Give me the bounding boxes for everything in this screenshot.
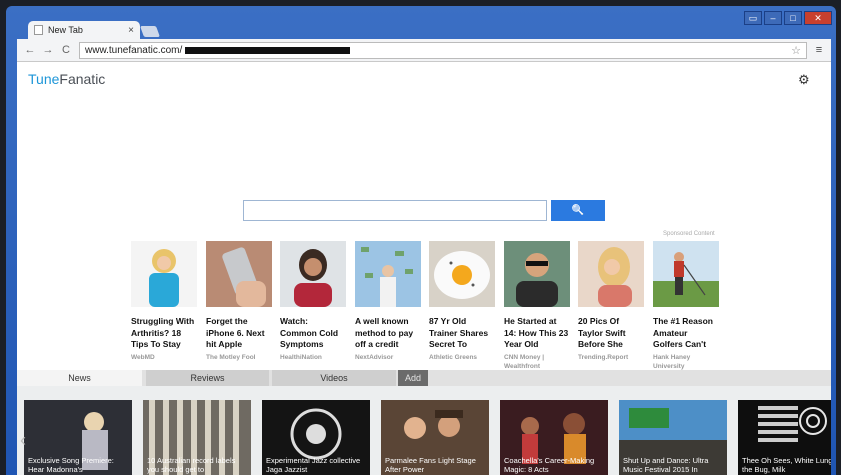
tab-news[interactable]: News [17, 370, 142, 386]
sponsored-card[interactable]: 20 Pics Of Taylor Swift Before She Trend… [578, 241, 644, 362]
video-caption: Coachella's Career-Making Magic: 8 Acts [504, 456, 595, 474]
video-thumbnail[interactable]: Exclusive Song Premiere: Hear Madonna's [24, 400, 132, 475]
sponsored-card[interactable]: 87 Yr Old Trainer Shares Secret To Athle… [429, 241, 495, 362]
sponsored-card[interactable]: A well known method to pay off a credit … [355, 241, 421, 362]
search-button[interactable]: 🔍 [551, 200, 605, 221]
logo-part-fanatic: Fanatic [59, 71, 106, 87]
sponsored-card[interactable]: Forget the iPhone 6. Next hit Apple The … [206, 241, 272, 362]
sponsored-card[interactable]: Struggling With Arthritis? 18 Tips To St… [131, 241, 197, 362]
card-source: CNN Money | Wealthfront [504, 353, 545, 370]
card-image [504, 241, 570, 307]
card-image [280, 241, 346, 307]
tab-add-button[interactable]: Add [398, 370, 428, 386]
reload-icon[interactable]: C [57, 44, 75, 56]
card-headline[interactable]: He Started at 14: How This 23 Year Old [504, 316, 570, 351]
video-caption: Exclusive Song Premiere: Hear Madonna's [28, 456, 114, 474]
video-caption: Experimental Jazz collective Jaga Jazzis… [266, 456, 361, 474]
browser-tab[interactable]: New Tab × [28, 21, 140, 39]
back-icon[interactable]: ← [21, 44, 39, 56]
card-image [653, 241, 719, 307]
card-image [578, 241, 644, 307]
window-controls: ▭ – □ ✕ [744, 11, 832, 25]
card-headline[interactable]: Watch: Common Cold Symptoms [280, 316, 346, 351]
window-close-button[interactable]: ✕ [804, 11, 832, 25]
tab-close-icon[interactable]: × [128, 25, 134, 36]
card-image [206, 241, 272, 307]
tab-reviews[interactable]: Reviews [146, 370, 269, 386]
address-bar[interactable]: www.tunefanatic.com/ ☆ [79, 41, 807, 59]
card-headline[interactable]: Forget the iPhone 6. Next hit Apple [206, 316, 272, 351]
sponsored-card[interactable]: Watch: Common Cold Symptoms HealthiNatio… [280, 241, 346, 362]
card-source: Trending.Report [578, 353, 629, 361]
card-source: HealthiNation [280, 353, 322, 361]
video-thumbnail[interactable]: Experimental Jazz collective Jaga Jazzis… [262, 400, 370, 475]
web-page: TuneFanatic ⚙ 🔍 Sponsored Content Strugg… [17, 62, 831, 475]
card-image [355, 241, 421, 307]
bookmark-star-icon[interactable]: ☆ [791, 44, 801, 57]
window-minimize-button[interactable]: – [764, 11, 782, 25]
card-headline[interactable]: A well known method to pay off a credit [355, 316, 421, 351]
news-tabs-bar: News Reviews Videos Add [17, 370, 831, 386]
card-source: Athletic Greens [429, 353, 478, 361]
card-source: The Motley Fool [206, 353, 256, 361]
window-maximize-button[interactable]: □ [784, 11, 802, 25]
card-headline[interactable]: Struggling With Arthritis? 18 Tips To St… [131, 316, 197, 351]
video-caption: 10 Australian record labels you should g… [147, 456, 236, 474]
card-image [429, 241, 495, 307]
card-source: Hank Haney University [653, 353, 691, 370]
settings-gear-icon[interactable]: ⚙ [798, 72, 810, 88]
video-carousel: Exclusive Song Premiere: Hear Madonna's … [17, 386, 831, 475]
sponsored-card[interactable]: He Started at 14: How This 23 Year Old C… [504, 241, 570, 371]
video-thumbnail[interactable]: Coachella's Career-Making Magic: 8 Acts [500, 400, 608, 475]
sponsored-card[interactable]: The #1 Reason Amateur Golfers Can't Hank… [653, 241, 719, 371]
card-headline[interactable]: 87 Yr Old Trainer Shares Secret To [429, 316, 495, 351]
page-favicon-icon [34, 25, 43, 35]
search-input[interactable] [243, 200, 547, 221]
video-thumbnail[interactable]: Shut Up and Dance: Ultra Music Festival … [619, 400, 727, 475]
video-thumbnail[interactable]: 10 Australian record labels you should g… [143, 400, 251, 475]
carousel-prev-icon[interactable]: ‹ [20, 430, 26, 451]
sponsored-label: Sponsored Content [663, 231, 715, 237]
browser-window: New Tab × ▭ – □ ✕ ← → C www.tunefanatic.… [6, 6, 836, 475]
card-source: WebMD [131, 353, 155, 361]
card-headline[interactable]: 20 Pics Of Taylor Swift Before She [578, 316, 644, 351]
new-tab-button[interactable] [139, 26, 161, 37]
card-image [131, 241, 197, 307]
card-source: NextAdvisor [355, 353, 394, 361]
video-caption: Parmalee Fans Light Stage After Power [385, 456, 476, 474]
video-caption: Shut Up and Dance: Ultra Music Festival … [623, 456, 709, 474]
fingerprint-inner-icon [806, 414, 820, 428]
url-redaction [185, 46, 351, 54]
card-headline[interactable]: The #1 Reason Amateur Golfers Can't [653, 316, 719, 351]
search-icon: 🔍 [571, 205, 585, 216]
video-caption: Thee Oh Sees, White Lung, the Bug, Milk [742, 456, 831, 474]
browser-toolbar: ← → C www.tunefanatic.com/ ☆ ≡ [17, 39, 831, 62]
url-text: www.tunefanatic.com/ [85, 44, 183, 56]
forward-icon[interactable]: → [39, 44, 57, 56]
video-thumbnail[interactable]: Parmalee Fans Light Stage After Power [381, 400, 489, 475]
logo-part-tune: Tune [28, 71, 60, 87]
tab-videos[interactable]: Videos [272, 370, 396, 386]
window-restore-icon[interactable]: ▭ [744, 11, 762, 25]
tab-title: New Tab [48, 25, 83, 35]
tab-strip: New Tab × ▭ – □ ✕ [6, 6, 836, 39]
tunefanatic-logo[interactable]: TuneFanatic [28, 71, 105, 87]
browser-menu-icon[interactable]: ≡ [811, 44, 827, 56]
